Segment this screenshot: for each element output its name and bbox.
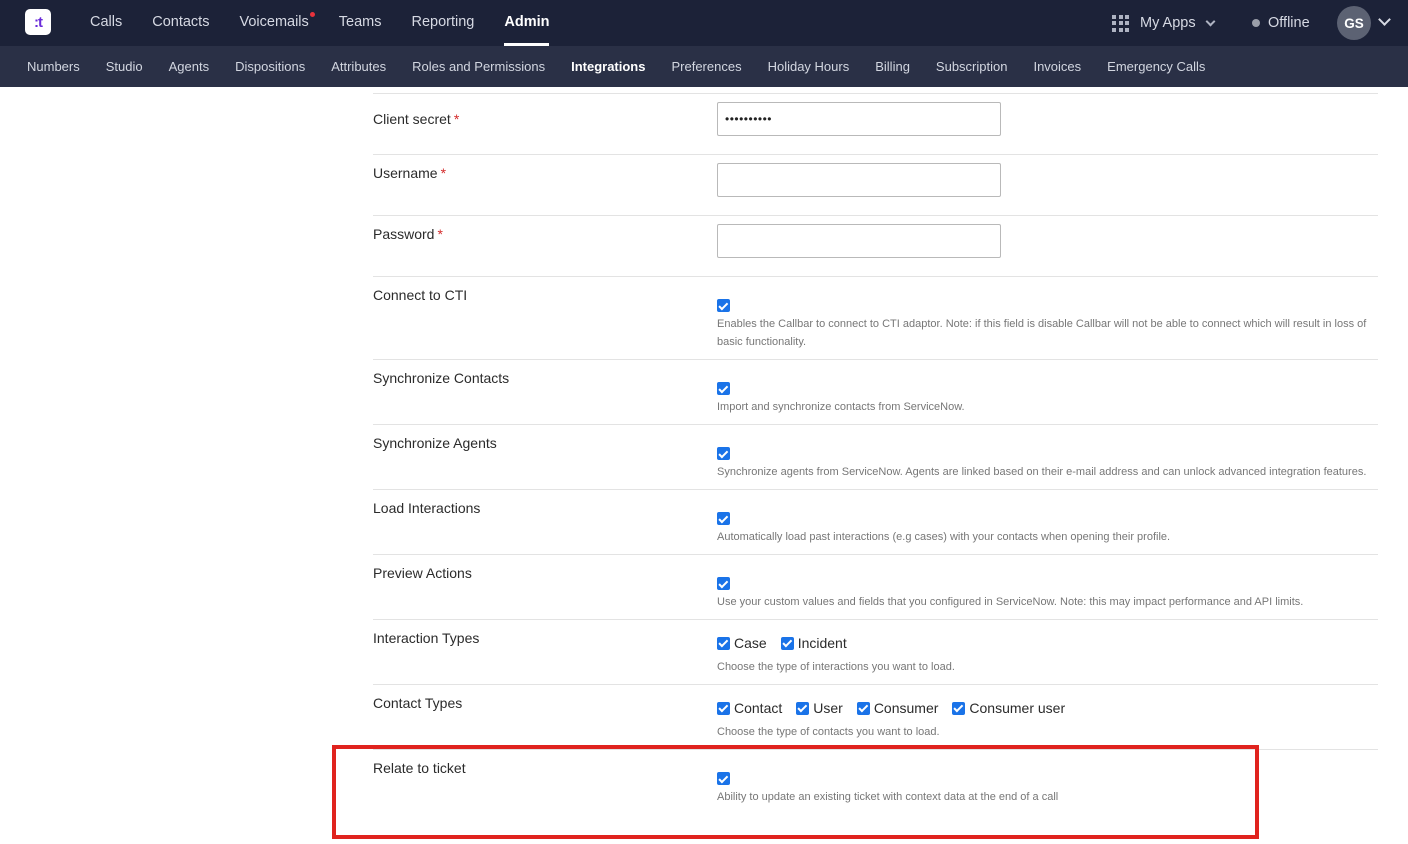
preview-actions-checkbox[interactable] — [717, 577, 730, 591]
app-logo[interactable]: :t — [25, 9, 51, 35]
contact-type-consumer-user[interactable]: Consumer user — [952, 700, 1065, 716]
highlight-annotation-box — [332, 745, 1259, 839]
load-interactions-row: Load Interactions Automatically load pas… — [373, 490, 1378, 555]
load-interactions-checkbox[interactable] — [717, 512, 730, 526]
sync-contacts-checkbox[interactable] — [717, 382, 730, 396]
subnav-roles-permissions[interactable]: Roles and Permissions — [412, 59, 545, 74]
preview-actions-row: Preview Actions Use your custom values a… — [373, 555, 1378, 620]
chevron-down-icon — [1205, 16, 1216, 26]
subnav-numbers[interactable]: Numbers — [27, 59, 80, 74]
sync-contacts-hint: Import and synchronize contacts from Ser… — [717, 401, 965, 413]
contact-types-hint: Choose the type of contacts you want to … — [717, 726, 940, 738]
password-input[interactable] — [717, 224, 1001, 258]
my-apps-label: My Apps — [1140, 15, 1196, 31]
client-secret-row: Client secret * •••••••••• — [373, 94, 1378, 155]
load-interactions-hint: Automatically load past interactions (e.… — [717, 531, 1171, 543]
contact-type-contact[interactable]: Contact — [717, 700, 782, 716]
subnav-dispositions[interactable]: Dispositions — [235, 59, 305, 74]
my-apps-menu[interactable]: My Apps — [1112, 0, 1216, 46]
subnav-agents[interactable]: Agents — [169, 59, 209, 74]
subnav-integrations[interactable]: Integrations — [571, 59, 645, 74]
subnav-billing[interactable]: Billing — [875, 59, 910, 74]
interaction-types-hint: Choose the type of interactions you want… — [717, 661, 955, 673]
connect-cti-label: Connect to CTI — [373, 287, 468, 303]
client-secret-label: Client secret * — [373, 111, 460, 127]
contact-types-label: Contact Types — [373, 695, 463, 711]
contact-type-consumer[interactable]: Consumer — [856, 700, 938, 716]
username-label: Username * — [373, 165, 447, 181]
interaction-type-case[interactable]: Case — [717, 635, 767, 651]
nav-reporting[interactable]: Reporting — [412, 0, 475, 46]
nav-voicemails[interactable]: Voicemails — [239, 0, 315, 46]
username-input[interactable] — [717, 163, 1001, 197]
sync-agents-row: Synchronize Agents Synchronize agents fr… — [373, 425, 1378, 490]
connect-cti-row: Connect to CTI Enables the Callbar to co… — [373, 277, 1378, 360]
logo-text: :t — [34, 13, 43, 31]
presence-status[interactable]: Offline — [1252, 0, 1310, 46]
contact-checkbox[interactable] — [717, 701, 730, 715]
main-nav: Calls Contacts Voicemails Teams Reportin… — [90, 0, 579, 46]
subnav-subscription[interactable]: Subscription — [936, 59, 1008, 74]
admin-subnav: Numbers Studio Agents Dispositions Attri… — [0, 46, 1408, 87]
user-menu-chevron-icon[interactable] — [1378, 13, 1391, 26]
consumer-checkbox[interactable] — [856, 701, 870, 715]
contact-type-user[interactable]: User — [796, 700, 843, 716]
divider — [373, 87, 1378, 94]
subnav-invoices[interactable]: Invoices — [1033, 59, 1081, 74]
status-label: Offline — [1268, 15, 1310, 31]
nav-contacts[interactable]: Contacts — [152, 0, 209, 46]
connect-cti-checkbox[interactable] — [717, 299, 730, 313]
sync-agents-checkbox[interactable] — [717, 447, 730, 461]
user-checkbox[interactable] — [796, 701, 810, 715]
connect-cti-hint: Enables the Callbar to connect to CTI ad… — [717, 318, 1367, 348]
top-navigation-bar: :t Calls Contacts Voicemails Teams Repor… — [0, 0, 1408, 46]
consumer-user-checkbox[interactable] — [952, 701, 966, 715]
username-row: Username * — [373, 155, 1378, 216]
subnav-attributes[interactable]: Attributes — [331, 59, 386, 74]
status-dot-icon — [1252, 19, 1260, 27]
interaction-types-label: Interaction Types — [373, 630, 480, 646]
load-interactions-label: Load Interactions — [373, 500, 481, 516]
nav-teams[interactable]: Teams — [339, 0, 382, 46]
avatar[interactable]: GS — [1337, 6, 1371, 40]
sync-contacts-label: Synchronize Contacts — [373, 370, 510, 386]
interaction-types-row: Interaction Types Case Incident Choose t… — [373, 620, 1378, 685]
password-label: Password * — [373, 226, 443, 242]
incident-checkbox[interactable] — [780, 636, 794, 650]
client-secret-input[interactable]: •••••••••• — [717, 102, 1001, 136]
preview-actions-label: Preview Actions — [373, 565, 472, 581]
case-checkbox[interactable] — [717, 636, 730, 650]
password-row: Password * — [373, 216, 1378, 277]
nav-calls[interactable]: Calls — [90, 0, 122, 46]
sync-contacts-row: Synchronize Contacts Import and synchron… — [373, 360, 1378, 425]
sync-agents-hint: Synchronize agents from ServiceNow. Agen… — [717, 466, 1367, 478]
subnav-emergency-calls[interactable]: Emergency Calls — [1107, 59, 1205, 74]
notification-dot — [309, 12, 315, 17]
sync-agents-label: Synchronize Agents — [373, 435, 497, 451]
interaction-type-incident[interactable]: Incident — [780, 635, 847, 651]
subnav-holiday-hours[interactable]: Holiday Hours — [768, 59, 850, 74]
contact-types-row: Contact Types Contact User Consumer Cons… — [373, 685, 1378, 750]
apps-grid-icon — [1112, 14, 1129, 32]
integration-settings-form: Client secret * •••••••••• Username * Pass… — [373, 87, 1378, 835]
subnav-studio[interactable]: Studio — [106, 59, 143, 74]
subnav-preferences[interactable]: Preferences — [671, 59, 741, 74]
preview-actions-hint: Use your custom values and fields that y… — [717, 596, 1304, 608]
nav-admin[interactable]: Admin — [504, 0, 550, 46]
